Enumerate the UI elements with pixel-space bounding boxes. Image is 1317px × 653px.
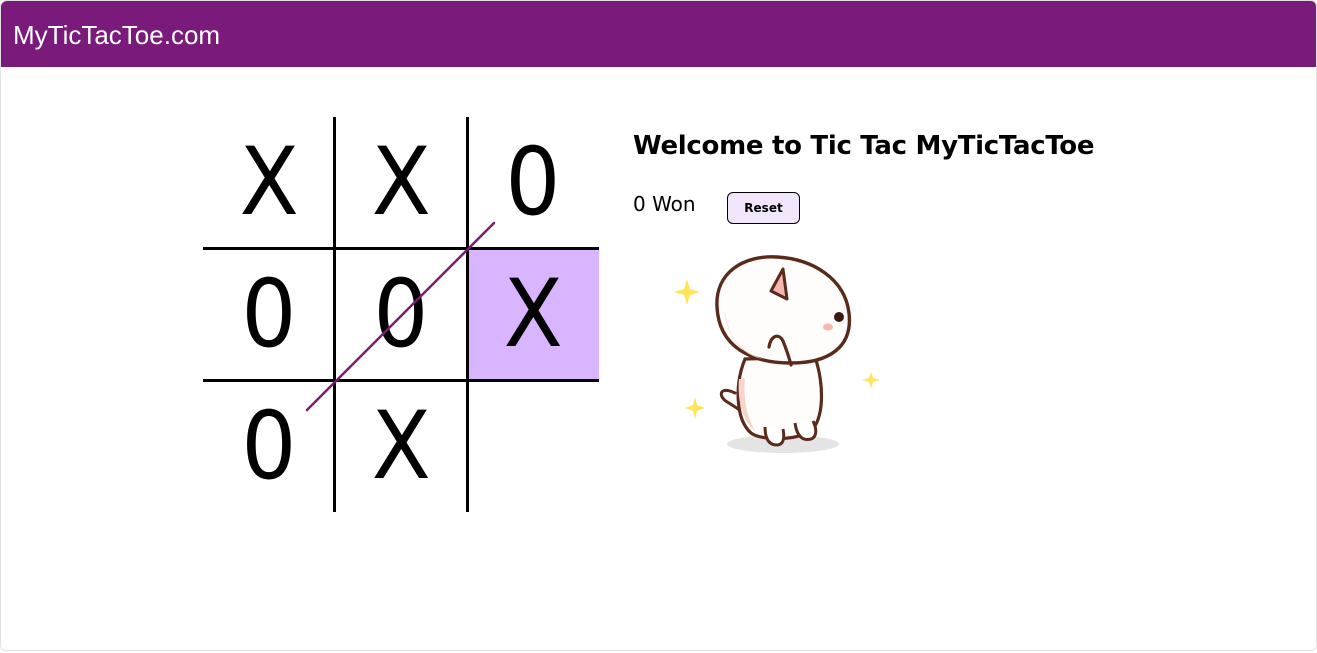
- board-cell-2[interactable]: X: [335, 117, 467, 249]
- board-cell-8[interactable]: X: [335, 381, 467, 513]
- grid-line-vertical-1: [333, 117, 336, 512]
- board-cell-1[interactable]: X: [203, 117, 335, 249]
- cell-mark: 0: [505, 128, 561, 237]
- reset-button[interactable]: Reset: [727, 192, 800, 224]
- welcome-heading: Welcome to Tic Tac MyTicTacToe: [633, 131, 1095, 161]
- cell-mark: X: [371, 392, 431, 501]
- cell-mark: 0: [373, 260, 429, 369]
- board-cell-6[interactable]: X: [467, 249, 599, 381]
- site-title[interactable]: MyTicTacToe.com: [13, 18, 220, 52]
- board-cell-7[interactable]: 0: [203, 381, 335, 513]
- app-window: MyTicTacToe.com X X 0 0 0 X 0 X Welcome …: [0, 0, 1317, 651]
- board-cell-5[interactable]: 0: [335, 249, 467, 381]
- board-cell-3[interactable]: 0: [467, 117, 599, 249]
- top-app-bar: MyTicTacToe.com: [1, 1, 1316, 67]
- grid-line-horizontal-2: [203, 379, 599, 382]
- board-cell-4[interactable]: 0: [203, 249, 335, 381]
- cell-mark: 0: [241, 260, 297, 369]
- cell-mark: X: [371, 128, 431, 237]
- board-cell-9[interactable]: [467, 381, 599, 513]
- grid-line-vertical-2: [466, 117, 469, 512]
- cell-mark: X: [503, 260, 563, 369]
- grid-line-horizontal-1: [203, 247, 599, 250]
- win-status: 0 Won: [633, 192, 696, 216]
- dancing-cat-sticker-icon: [674, 255, 880, 453]
- game-board: X X 0 0 0 X 0 X: [203, 117, 599, 513]
- cell-mark: 0: [241, 392, 297, 501]
- cell-mark: X: [239, 128, 299, 237]
